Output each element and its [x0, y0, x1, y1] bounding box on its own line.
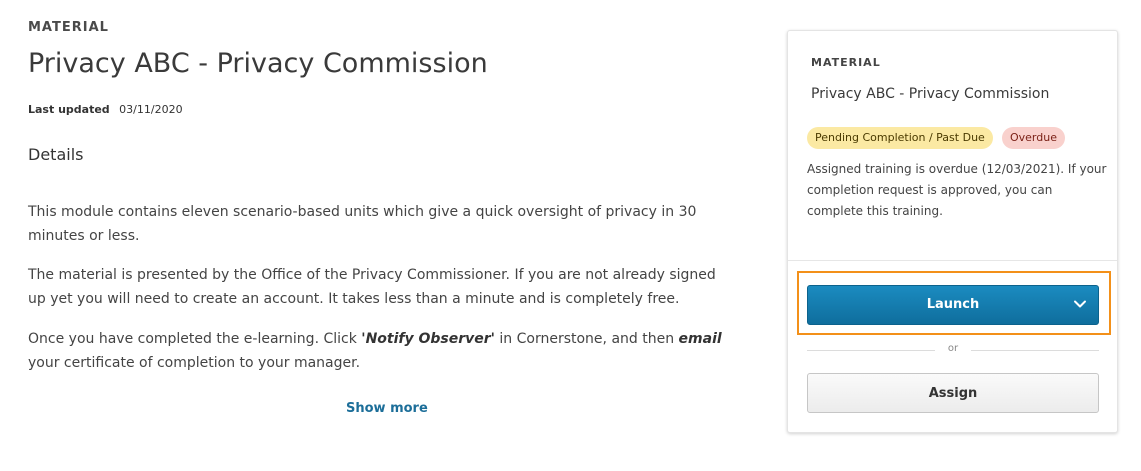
- p3-text-c: in Cornerstone, and then: [494, 331, 679, 347]
- show-more-link[interactable]: Show more: [346, 401, 428, 416]
- description-paragraph-3: Once you have completed the e-learning. …: [28, 327, 733, 375]
- status-badge-pending: Pending Completion / Past Due: [807, 127, 993, 149]
- assign-button[interactable]: Assign: [807, 373, 1099, 413]
- description-paragraph-2: The material is presented by the Office …: [28, 267, 716, 307]
- launch-button-label: Launch: [926, 297, 980, 312]
- details-heading: Details: [28, 145, 84, 164]
- last-updated-label: Last updated: [28, 103, 110, 116]
- overdue-message: Assigned training is overdue (12/03/2021…: [807, 162, 1107, 218]
- card-title: Privacy ABC - Privacy Commission: [811, 86, 1050, 102]
- description-paragraph-1: This module contains eleven scenario-bas…: [28, 204, 697, 244]
- status-badge-overdue: Overdue: [1002, 127, 1065, 149]
- launch-button[interactable]: Launch: [807, 285, 1099, 325]
- p3-text-e: your certificate of completion to your m…: [28, 355, 361, 371]
- page-title: Privacy ABC - Privacy Commission: [28, 48, 488, 79]
- content-type-label: MATERIAL: [28, 20, 109, 35]
- email-text: email: [678, 331, 722, 347]
- last-updated-value: 03/11/2020: [119, 103, 183, 116]
- or-label: or: [947, 343, 959, 354]
- card-content-type-label: MATERIAL: [811, 56, 881, 69]
- last-updated: Last updated 03/11/2020: [28, 103, 183, 116]
- chevron-down-icon[interactable]: [1072, 296, 1088, 312]
- card-summary: MATERIAL Privacy ABC - Privacy Commissio…: [788, 31, 1117, 261]
- notify-observer-text: 'Notify Observer': [361, 331, 495, 347]
- p3-text-a: Once you have completed the e-learning. …: [28, 331, 362, 347]
